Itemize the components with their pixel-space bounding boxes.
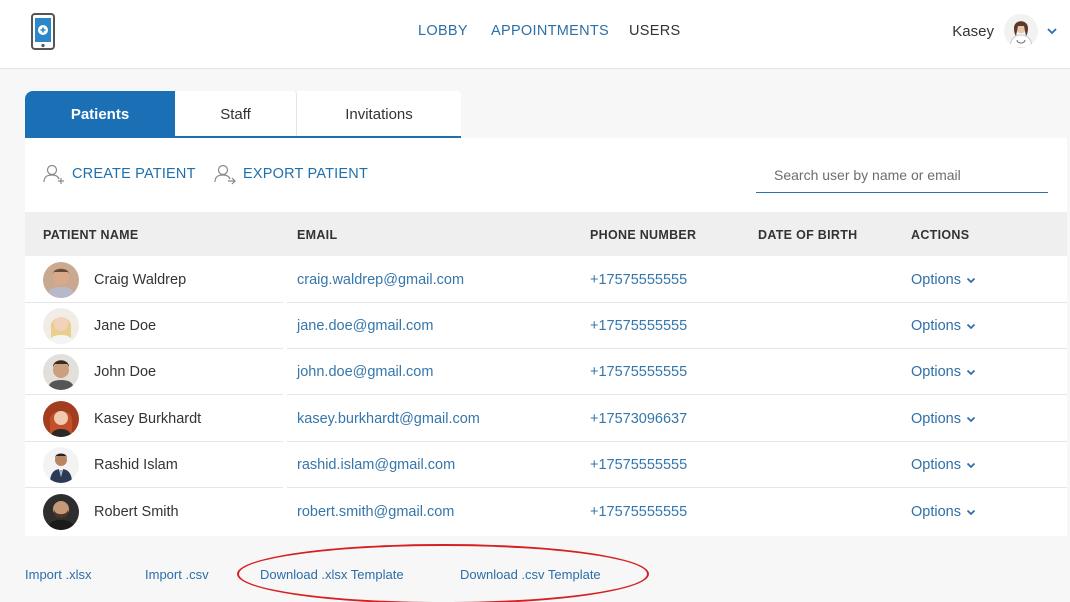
row-divider (25, 394, 283, 395)
avatar[interactable] (1004, 14, 1038, 48)
create-patient-button[interactable]: CREATE PATIENT (42, 163, 196, 185)
tab-patients[interactable]: Patients (25, 91, 175, 137)
options-dropdown[interactable]: Options (911, 318, 976, 334)
export-patient-icon (214, 164, 236, 185)
patient-name: Rashid Islam (94, 457, 178, 473)
import-csv-link[interactable]: Import .csv (145, 567, 209, 582)
patient-email[interactable]: john.doe@gmail.com (297, 364, 433, 380)
avatar (43, 262, 79, 298)
chevron-down-icon (966, 369, 976, 376)
avatar (43, 447, 79, 483)
export-patient-button[interactable]: EXPORT PATIENT (213, 163, 368, 185)
options-dropdown[interactable]: Options (911, 457, 976, 473)
patient-email[interactable]: kasey.burkhardt@gmail.com (297, 411, 480, 427)
chevron-down-icon[interactable] (1046, 25, 1058, 37)
options-label: Options (911, 457, 961, 473)
avatar (43, 354, 79, 390)
options-label: Options (911, 272, 961, 288)
user-menu[interactable]: Kasey (952, 14, 1058, 48)
nav-lobby[interactable]: LOBBY (418, 23, 468, 39)
patient-name: Craig Waldrep (94, 272, 187, 288)
options-dropdown[interactable]: Options (911, 272, 976, 288)
import-export-links: Import .xlsx Import .csv Download .xlsx … (0, 567, 1070, 587)
top-bar: LOBBY APPOINTMENTS USERS Kasey (0, 0, 1070, 69)
patient-email[interactable]: robert.smith@gmail.com (297, 504, 454, 520)
patient-phone[interactable]: +17575555555 (590, 457, 687, 473)
chevron-down-icon (966, 277, 976, 284)
patients-panel: CREATE PATIENT EXPORT PATIENT PATIENT NA… (25, 138, 1067, 536)
table-header: PATIENT NAME EMAIL PHONE NUMBER DATE OF … (25, 212, 1067, 256)
user-name: Kasey (952, 22, 994, 40)
options-label: Options (911, 411, 961, 427)
user-tabs: Patients Staff Invitations (25, 91, 461, 138)
row-divider (25, 487, 283, 488)
phone-logo-icon[interactable] (31, 13, 55, 50)
chevron-down-icon (966, 509, 976, 516)
chevron-down-icon (966, 323, 976, 330)
row-divider (287, 394, 1067, 395)
options-label: Options (911, 504, 961, 520)
header-dob: DATE OF BIRTH (758, 228, 858, 242)
options-dropdown[interactable]: Options (911, 411, 976, 427)
patient-name: Robert Smith (94, 504, 179, 520)
tab-invitations[interactable]: Invitations (297, 91, 461, 137)
header-actions: ACTIONS (911, 228, 970, 242)
avatar (43, 494, 79, 530)
download-xlsx-template-link[interactable]: Download .xlsx Template (260, 567, 404, 582)
table-row[interactable]: Robert Smith robert.smith@gmail.com +175… (25, 489, 1067, 535)
chevron-down-icon (966, 462, 976, 469)
header-email: EMAIL (297, 228, 338, 242)
table-row[interactable]: Craig Waldrep craig.waldrep@gmail.com +1… (25, 257, 1067, 303)
import-xlsx-link[interactable]: Import .xlsx (25, 567, 91, 582)
header-phone: PHONE NUMBER (590, 228, 697, 242)
table-row[interactable]: Kasey Burkhardt kasey.burkhardt@gmail.co… (25, 396, 1067, 442)
patient-phone[interactable]: +17575555555 (590, 272, 687, 288)
options-label: Options (911, 364, 961, 380)
search-input[interactable] (756, 157, 1048, 193)
patient-name: Kasey Burkhardt (94, 411, 202, 427)
patient-phone[interactable]: +17573096637 (590, 411, 687, 427)
header-patient-name: PATIENT NAME (43, 228, 139, 242)
chevron-down-icon (966, 416, 976, 423)
nav-appointments[interactable]: APPOINTMENTS (491, 23, 609, 39)
avatar (43, 401, 79, 437)
create-patient-label: CREATE PATIENT (72, 166, 196, 182)
table-row[interactable]: Rashid Islam rashid.islam@gmail.com +175… (25, 442, 1067, 488)
patient-email[interactable]: jane.doe@gmail.com (297, 318, 433, 334)
patient-phone[interactable]: +17575555555 (590, 318, 687, 334)
patient-email[interactable]: craig.waldrep@gmail.com (297, 272, 464, 288)
table-row[interactable]: John Doe john.doe@gmail.com +17575555555… (25, 349, 1067, 395)
row-divider (287, 487, 1067, 488)
nav-users[interactable]: USERS (629, 23, 680, 39)
patient-name: John Doe (94, 364, 157, 380)
patient-phone[interactable]: +17575555555 (590, 504, 687, 520)
options-label: Options (911, 318, 961, 334)
export-patient-label: EXPORT PATIENT (243, 166, 369, 182)
patient-name: Jane Doe (94, 318, 157, 334)
tab-staff[interactable]: Staff (175, 91, 297, 137)
download-csv-template-link[interactable]: Download .csv Template (460, 567, 601, 582)
options-dropdown[interactable]: Options (911, 364, 976, 380)
patient-phone[interactable]: +17575555555 (590, 364, 687, 380)
avatar (43, 308, 79, 344)
actions-row: CREATE PATIENT EXPORT PATIENT (25, 138, 1067, 212)
table-row[interactable]: Jane Doe jane.doe@gmail.com +17575555555… (25, 303, 1067, 349)
patient-email[interactable]: rashid.islam@gmail.com (297, 457, 455, 473)
options-dropdown[interactable]: Options (911, 504, 976, 520)
create-patient-icon (43, 164, 64, 184)
